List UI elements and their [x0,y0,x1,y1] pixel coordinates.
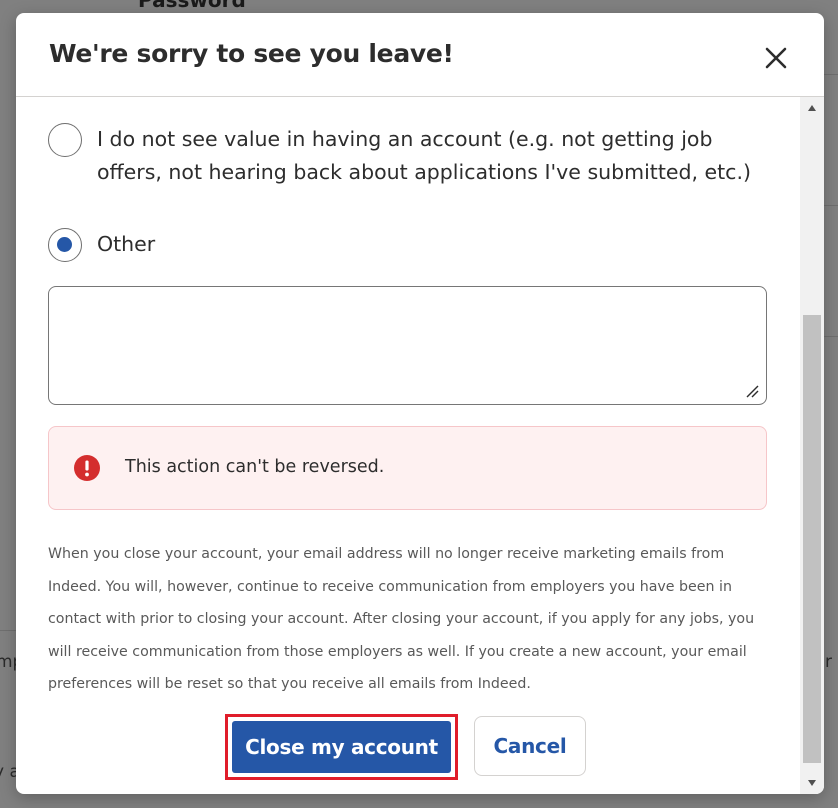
close-account-dialog: We're sorry to see you leave! I do not s… [16,13,824,794]
background-heading: Password [138,0,246,12]
dialog-title: We're sorry to see you leave! [49,39,454,68]
scroll-up-arrow-icon[interactable] [800,99,824,117]
resize-handle-icon[interactable] [745,384,759,398]
reason-option-label: Other [97,232,156,256]
radio-button[interactable] [48,123,82,157]
background-text-fragment: r [825,652,832,672]
dialog-actions: Close my account Cancel [16,714,800,780]
background-divider [824,74,838,75]
close-account-button-highlight: Close my account [225,714,458,780]
dialog-body: I do not see value in having an account … [16,97,800,794]
background-divider [824,205,838,206]
account-closure-info: When you close your account, your email … [48,546,755,693]
dialog-header: We're sorry to see you leave! [16,13,824,97]
alert-circle-icon [74,455,100,481]
scroll-down-arrow-icon[interactable] [800,774,824,792]
scrollbar-thumb[interactable] [803,315,821,763]
other-reason-textarea[interactable] [48,286,767,405]
dialog-scrollbar[interactable] [800,97,824,794]
reason-option-label: I do not see value in having an account … [97,127,751,184]
background-divider [824,336,838,337]
reason-option-no-value[interactable]: I do not see value in having an account … [48,123,768,189]
close-icon[interactable] [761,43,791,73]
cancel-button[interactable]: Cancel [474,716,586,776]
radio-button-selected[interactable] [48,228,82,262]
warning-alert: This action can't be reversed. [48,426,767,510]
alert-message: This action can't be reversed. [125,457,385,477]
close-account-button[interactable]: Close my account [232,721,451,773]
reason-option-other[interactable]: Other [48,228,155,262]
